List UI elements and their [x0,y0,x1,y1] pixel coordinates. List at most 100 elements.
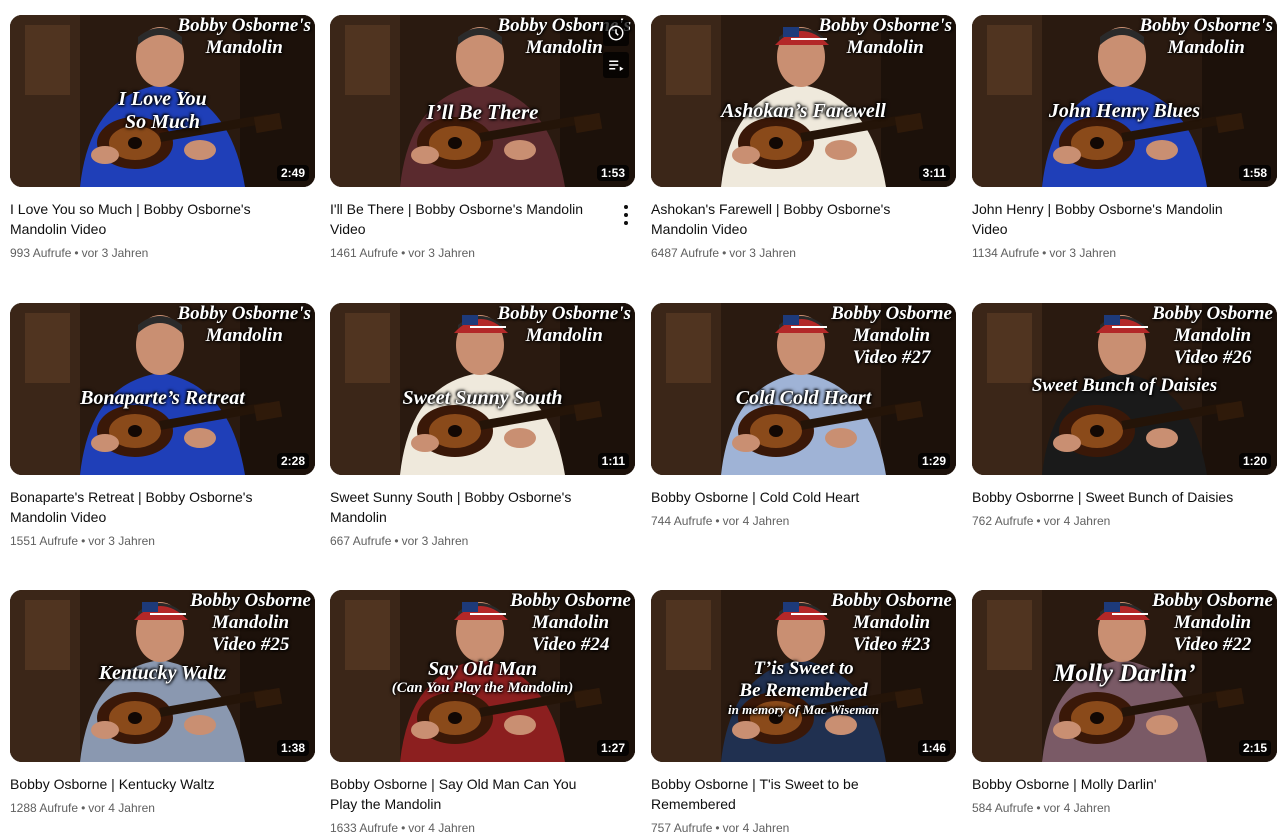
duration-badge: 3:11 [918,165,950,181]
scene-shape [448,425,462,437]
video-title[interactable]: Ashokan's Farewell | Bobby Osborne's Man… [651,199,921,239]
add-to-queue-button[interactable] [603,52,629,78]
video-thumbnail[interactable]: Bobby Osborne Mandolin Video #25 Kentucky … [10,590,315,762]
video-thumbnail[interactable]: Bobby Osborne Mandolin Video #22 Molly Dar… [972,590,1277,762]
view-count: 993 Aufrufe [10,246,72,260]
video-card[interactable]: Bobby Osborne Mandolin Video #22 Molly Dar… [972,590,1277,816]
duration-badge: 1:20 [1238,453,1271,469]
thumbnail-brand: Bobby Osborne Mandolin Video #25 [190,590,311,655]
video-stats: 757 Aufrufe • vor 4 Jahren [651,821,790,835]
thumbnail-brand: Bobby Osborne's Mandolin [177,303,311,346]
video-thumbnail[interactable]: Bobby Osborne's Mandolin Ashokan’s Farewe… [651,15,956,187]
video-stats: 744 Aufrufe • vor 4 Jahren [651,514,790,528]
upload-age: vor 3 Jahren [1049,246,1117,260]
video-stats: 1551 Aufrufe • vor 3 Jahren [10,534,155,548]
thumbnail-title: Sweet Sunny South [402,387,563,409]
video-title[interactable]: Bobby Osborne | Say Old Man Can You Play… [330,774,600,814]
scene-shape [504,428,536,448]
video-card[interactable]: Bobby Osborne's Mandolin Bonaparte’s Retr… [10,303,315,549]
scene-shape [91,721,119,739]
video-card[interactable]: Bobby Osborne's Mandolin John Henry Blues… [972,15,1277,261]
video-thumbnail[interactable]: Bobby Osborne's Mandolin Bonaparte’s Retr… [10,303,315,475]
scene-shape [666,25,711,95]
scene-shape [128,137,142,149]
video-stats: 1288 Aufrufe • vor 4 Jahren [10,801,155,815]
clock-icon [608,25,624,41]
video-thumbnail[interactable]: Bobby Osborne Mandolin Video #26 Sweet Bun… [972,303,1277,475]
more-actions-button[interactable] [620,203,632,227]
scene-shape [1090,425,1104,437]
upload-age: vor 3 Jahren [401,534,469,548]
view-count: 667 Aufrufe [330,534,392,548]
upload-age: vor 3 Jahren [81,246,149,260]
video-card[interactable]: Bobby Osborne's Mandolin I Love You So Muc… [10,15,315,261]
thumbnail-title: Kentucky Waltz [98,662,227,684]
upload-age: vor 4 Jahren [722,514,790,528]
watch-later-button[interactable] [603,20,629,46]
scene-shape [825,715,857,735]
video-thumbnail[interactable]: Bobby Osborne Mandolin Video #27 Cold Cold… [651,303,956,475]
scene-shape [91,146,119,164]
duration-badge: 1:58 [1238,165,1271,181]
scene-shape [1053,434,1081,452]
scene-shape [128,712,142,724]
video-stats: 993 Aufrufe • vor 3 Jahren [10,246,149,260]
thumbnail-brand: Bobby Osborne Mandolin Video #22 [1152,590,1273,655]
video-title[interactable]: Bobby Osborne | Cold Cold Heart [651,487,921,507]
thumbnail-brand: Bobby Osborne Mandolin Video #27 [831,303,952,368]
thumbnail-title: T’is Sweet to Be Remembered in memory of M… [728,658,879,717]
video-card[interactable]: Bobby Osborne Mandolin Video #23 T’is Swee… [651,590,956,836]
view-count: 6487 Aufrufe [651,246,720,260]
video-title[interactable]: Bobby Osborne | Molly Darlin' [972,774,1242,794]
thumbnail-brand: Bobby Osborne's Mandolin [818,15,952,58]
video-grid: Bobby Osborne's Mandolin I Love You So Muc… [0,0,1288,835]
scene-shape [184,715,216,735]
scene-shape [987,313,1032,383]
video-stats: 1134 Aufrufe • vor 3 Jahren [972,246,1117,260]
scene-shape [1053,721,1081,739]
video-title[interactable]: Bonaparte's Retreat | Bobby Osborne's Ma… [10,487,280,527]
video-thumbnail[interactable]: Bobby Osborne Mandolin Video #24 Say Old M… [330,590,635,762]
video-title[interactable]: Bobby Osborne | T'is Sweet to be Remembe… [651,774,921,814]
video-title[interactable]: Bobby Osborrne | Sweet Bunch of Daisies [972,487,1242,507]
video-title[interactable]: I Love You so Much | Bobby Osborne's Man… [10,199,280,239]
video-thumbnail[interactable]: Bobby Osborne's Mandolin John Henry Blues… [972,15,1277,187]
video-thumbnail[interactable]: Bobby Osborne's Mandolin Sweet Sunny Sout… [330,303,635,475]
video-card[interactable]: Bobby Osborne's Mandolin Ashokan’s Farewe… [651,15,956,261]
scene-shape [1090,137,1104,149]
duration-badge: 1:38 [276,740,309,756]
scene-shape [783,315,799,325]
video-title[interactable]: I'll Be There | Bobby Osborne's Mandolin… [330,199,600,239]
upload-age: vor 4 Jahren [408,821,475,835]
view-count: 1288 Aufrufe [10,801,79,815]
thumbnail-brand: Bobby Osborne's Mandolin [1139,15,1273,58]
video-card[interactable]: Bobby Osborne's Mandolin Sweet Sunny Sout… [330,303,635,549]
video-card[interactable]: Bobby Osborne Mandolin Video #26 Sweet Bun… [972,303,1277,529]
video-card[interactable]: Bobby Osborne Mandolin Video #24 Say Old M… [330,590,635,836]
video-stats: 762 Aufrufe • vor 4 Jahren [972,514,1111,528]
view-count: 584 Aufrufe [972,801,1034,815]
view-count: 762 Aufrufe [972,514,1034,528]
view-count: 744 Aufrufe [651,514,713,528]
video-title[interactable]: Bobby Osborne | Kentucky Waltz [10,774,280,794]
view-count: 1551 Aufrufe [10,534,79,548]
video-card[interactable]: Bobby Osborne Mandolin Video #27 Cold Cold… [651,303,956,529]
queue-icon [609,60,624,71]
scene-shape [91,434,119,452]
video-title[interactable]: Sweet Sunny South | Bobby Osborne's Mand… [330,487,600,527]
duration-badge: 2:28 [276,453,309,469]
scene-shape [25,25,70,95]
video-title[interactable]: John Henry | Bobby Osborne's Mandolin Vi… [972,199,1242,239]
duration-badge: 1:53 [596,165,629,181]
thumbnail-title: Say Old Man (Can You Play the Mandolin) [391,658,574,696]
scene-shape [504,715,536,735]
video-stats: 584 Aufrufe • vor 4 Jahren [972,801,1111,815]
scene-shape [504,140,536,160]
video-thumbnail[interactable]: Bobby Osborne's Mandolin I’ll Be There 1:… [330,15,635,187]
video-thumbnail[interactable]: Bobby Osborne's Mandolin I Love You So Muc… [10,15,315,187]
video-card[interactable]: Bobby Osborne Mandolin Video #25 Kentucky … [10,590,315,816]
video-card[interactable]: Bobby Osborne's Mandolin I’ll Be There 1:… [330,15,635,261]
video-thumbnail[interactable]: Bobby Osborne Mandolin Video #23 T’is Swee… [651,590,956,762]
scene-shape [1053,146,1081,164]
scene-shape [1146,715,1178,735]
